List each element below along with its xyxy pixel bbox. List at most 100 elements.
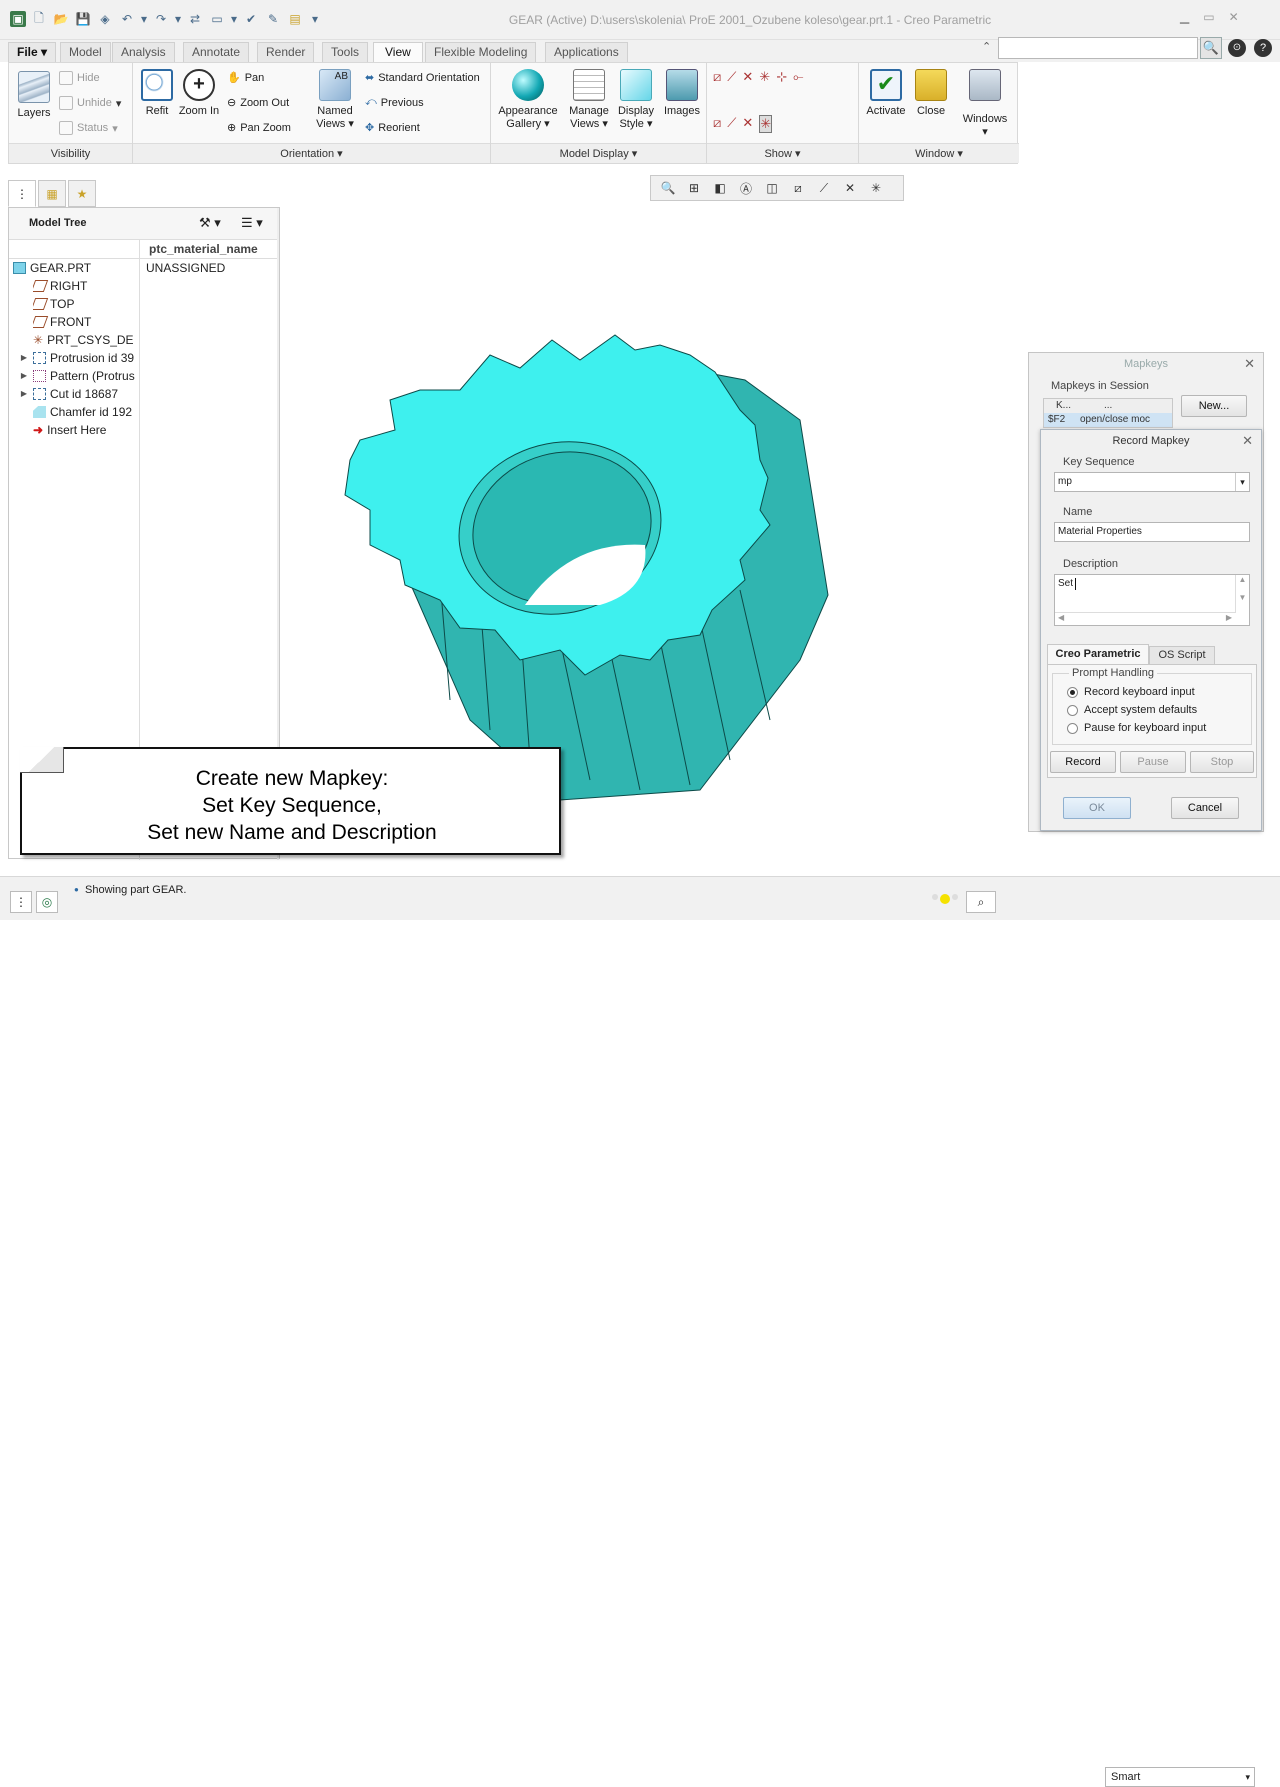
tab-creo-parametric[interactable]: Creo Parametric — [1047, 644, 1149, 664]
refit-button[interactable]: Refit — [139, 69, 175, 118]
collapse-ribbon-icon[interactable]: ⌃ — [982, 40, 991, 53]
show-group-label[interactable]: Show ▾ — [707, 143, 858, 163]
expand-icon[interactable]: ▶ — [19, 349, 29, 367]
standard-orientation-button[interactable]: ⬌ Standard Orientation — [365, 71, 480, 85]
orientation-group-label[interactable]: Orientation ▾ — [133, 143, 490, 163]
model-display-group-label[interactable]: Model Display ▾ — [491, 143, 706, 163]
ok-button[interactable]: OK — [1063, 797, 1131, 819]
mapkey-row[interactable]: $F2 open/close moc — [1044, 413, 1172, 427]
regen-manager-icon[interactable]: ⇄ — [186, 10, 204, 28]
tree-columns-icon[interactable]: ☰ ▾ — [241, 215, 263, 231]
toggle-navigator-icon[interactable]: ⋮ — [10, 891, 32, 913]
save-icon[interactable]: 💾 — [74, 10, 92, 28]
undo-icon[interactable]: ↶ — [118, 10, 136, 28]
plane-tag-icon[interactable]: ⧄ — [713, 115, 721, 133]
tab-annotate[interactable]: Annotate — [183, 42, 250, 62]
search-input[interactable] — [998, 37, 1198, 59]
close-icon[interactable]: ✕ — [1229, 10, 1239, 24]
named-views-button[interactable]: AB Named Views ▾ — [309, 69, 361, 131]
tab-render[interactable]: Render — [257, 42, 315, 62]
tree-row-insert-here[interactable]: ➜ Insert Here — [9, 421, 279, 439]
reorient-button[interactable]: ✥ Reorient — [365, 121, 420, 135]
tab-tools[interactable]: Tools — [322, 42, 369, 62]
appearance-gallery-button[interactable]: Appearance Gallery ▾ — [495, 69, 561, 131]
checkmark-icon[interactable]: ✔ — [242, 10, 260, 28]
key-sequence-dropdown-icon[interactable]: ▾ — [1235, 473, 1249, 491]
description-vscroll[interactable]: ▲ ▼ — [1235, 575, 1249, 613]
maximize-icon[interactable]: ▭ — [1203, 10, 1214, 24]
tree-settings-icon[interactable]: ⚒ ▾ — [199, 215, 221, 231]
tree-row-right[interactable]: RIGHT — [9, 277, 279, 295]
expand-icon[interactable]: ▶ — [19, 367, 29, 385]
tree-row-protrusion[interactable]: ▶ Protrusion id 39 — [9, 349, 279, 367]
radio-record-keyboard[interactable]: Record keyboard input — [1067, 686, 1195, 698]
radio-pause-keyboard[interactable]: Pause for keyboard input — [1067, 722, 1206, 734]
hide-button[interactable]: Hide — [59, 71, 100, 85]
column-material[interactable]: ptc_material_name — [149, 242, 258, 256]
status-button[interactable]: Status ▾ — [59, 121, 118, 135]
tab-file[interactable]: File ▾ — [8, 42, 57, 62]
redo-icon[interactable]: ↷ — [152, 10, 170, 28]
axis-tag-icon[interactable]: ⟋ — [727, 115, 736, 133]
point-display-icon[interactable]: ✕ — [742, 69, 753, 85]
tree-row-csys[interactable]: ✳ PRT_CSYS_DE — [9, 331, 279, 349]
toggle-browser-icon[interactable]: ◎ — [36, 891, 58, 913]
tab-model[interactable]: Model — [60, 42, 111, 62]
layers-button[interactable]: Layers — [13, 71, 55, 120]
record-button[interactable]: Record — [1050, 751, 1116, 773]
community-icon[interactable]: ⊙ — [1228, 39, 1246, 57]
close-icon[interactable]: ✕ — [1242, 433, 1253, 449]
zoom-out-button[interactable]: ⊖ Zoom Out — [227, 96, 289, 110]
description-field[interactable]: Set ▲ ▼ ◀ ▶ — [1054, 574, 1250, 626]
pan-button[interactable]: ✋ Pan — [227, 71, 264, 85]
tab-flexible-modeling[interactable]: Flexible Modeling — [425, 42, 537, 62]
radio-accept-defaults[interactable]: Accept system defaults — [1067, 704, 1197, 716]
tab-analysis[interactable]: Analysis — [112, 42, 175, 62]
tree-row-cut[interactable]: ▶ Cut id 18687 — [9, 385, 279, 403]
plane-display-icon[interactable]: ⧄ — [713, 69, 721, 85]
description-hscroll[interactable]: ◀ ▶ — [1055, 612, 1235, 625]
stop-button[interactable]: Stop — [1190, 751, 1254, 773]
windows-icon[interactable]: ▭ — [208, 10, 226, 28]
expand-icon[interactable]: ▶ — [19, 385, 29, 403]
spin-center-icon[interactable]: ⊹ — [776, 69, 787, 85]
previous-button[interactable]: ⤺ Previous — [365, 96, 424, 109]
cancel-button[interactable]: Cancel — [1171, 797, 1239, 819]
point-tag-icon[interactable]: ✕ — [742, 115, 753, 133]
help-icon[interactable]: ? — [1254, 39, 1272, 57]
windows-dropdown-icon[interactable]: ▾ — [230, 10, 238, 28]
window-group-label[interactable]: Window ▾ — [859, 143, 1019, 163]
pan-zoom-button[interactable]: ⊕ Pan Zoom — [227, 121, 291, 135]
model-tree-tab[interactable]: ⋮ — [8, 180, 36, 207]
find-icon[interactable]: ⌕ — [966, 891, 996, 913]
new-icon[interactable]: 🗋 — [30, 10, 48, 28]
csys-tag-icon[interactable]: ✳ — [759, 115, 773, 133]
tree-row-gear[interactable]: GEAR.PRT UNASSIGNED — [9, 259, 279, 277]
activate-button[interactable]: ✔ Activate — [863, 69, 909, 118]
mapkeys-list[interactable]: K... ... $F2 open/close moc — [1043, 398, 1173, 428]
minimize-icon[interactable]: ▁ — [1180, 10, 1189, 24]
display-style-button[interactable]: Display Style ▾ — [615, 69, 657, 131]
selection-filter[interactable]: Smart ▾ — [1105, 1767, 1255, 1787]
tab-view[interactable]: View — [373, 42, 423, 63]
name-field[interactable]: Material Properties — [1054, 522, 1250, 542]
pause-button[interactable]: Pause — [1120, 751, 1186, 773]
tab-os-script[interactable]: OS Script — [1149, 646, 1215, 664]
annotation-display-icon[interactable]: ⟜ — [793, 69, 803, 85]
unhide-button[interactable]: Unhide ▾ — [59, 96, 121, 110]
manage-views-button[interactable]: Manage Views ▾ — [565, 69, 613, 131]
customize-qat-icon[interactable]: ▾ — [308, 10, 322, 28]
tree-row-chamfer[interactable]: Chamfer id 192 — [9, 403, 279, 421]
images-button[interactable]: Images — [661, 69, 703, 118]
redo-dropdown-icon[interactable]: ▾ — [174, 10, 182, 28]
zoom-in-button[interactable]: + Zoom In — [177, 69, 221, 118]
regenerate-icon[interactable]: ◈ — [96, 10, 114, 28]
folder-browser-tab[interactable]: ▦ — [38, 180, 66, 207]
undo-dropdown-icon[interactable]: ▾ — [140, 10, 148, 28]
axis-display-icon[interactable]: ⟋ — [727, 69, 736, 85]
close-window-icon[interactable]: ▤ — [286, 10, 304, 28]
favorites-tab[interactable]: ★ — [68, 180, 96, 207]
windows-button[interactable]: Windows ▾ — [959, 69, 1011, 139]
tree-row-pattern[interactable]: ▶ Pattern (Protrus — [9, 367, 279, 385]
key-sequence-field[interactable]: mp ▾ — [1054, 472, 1250, 492]
